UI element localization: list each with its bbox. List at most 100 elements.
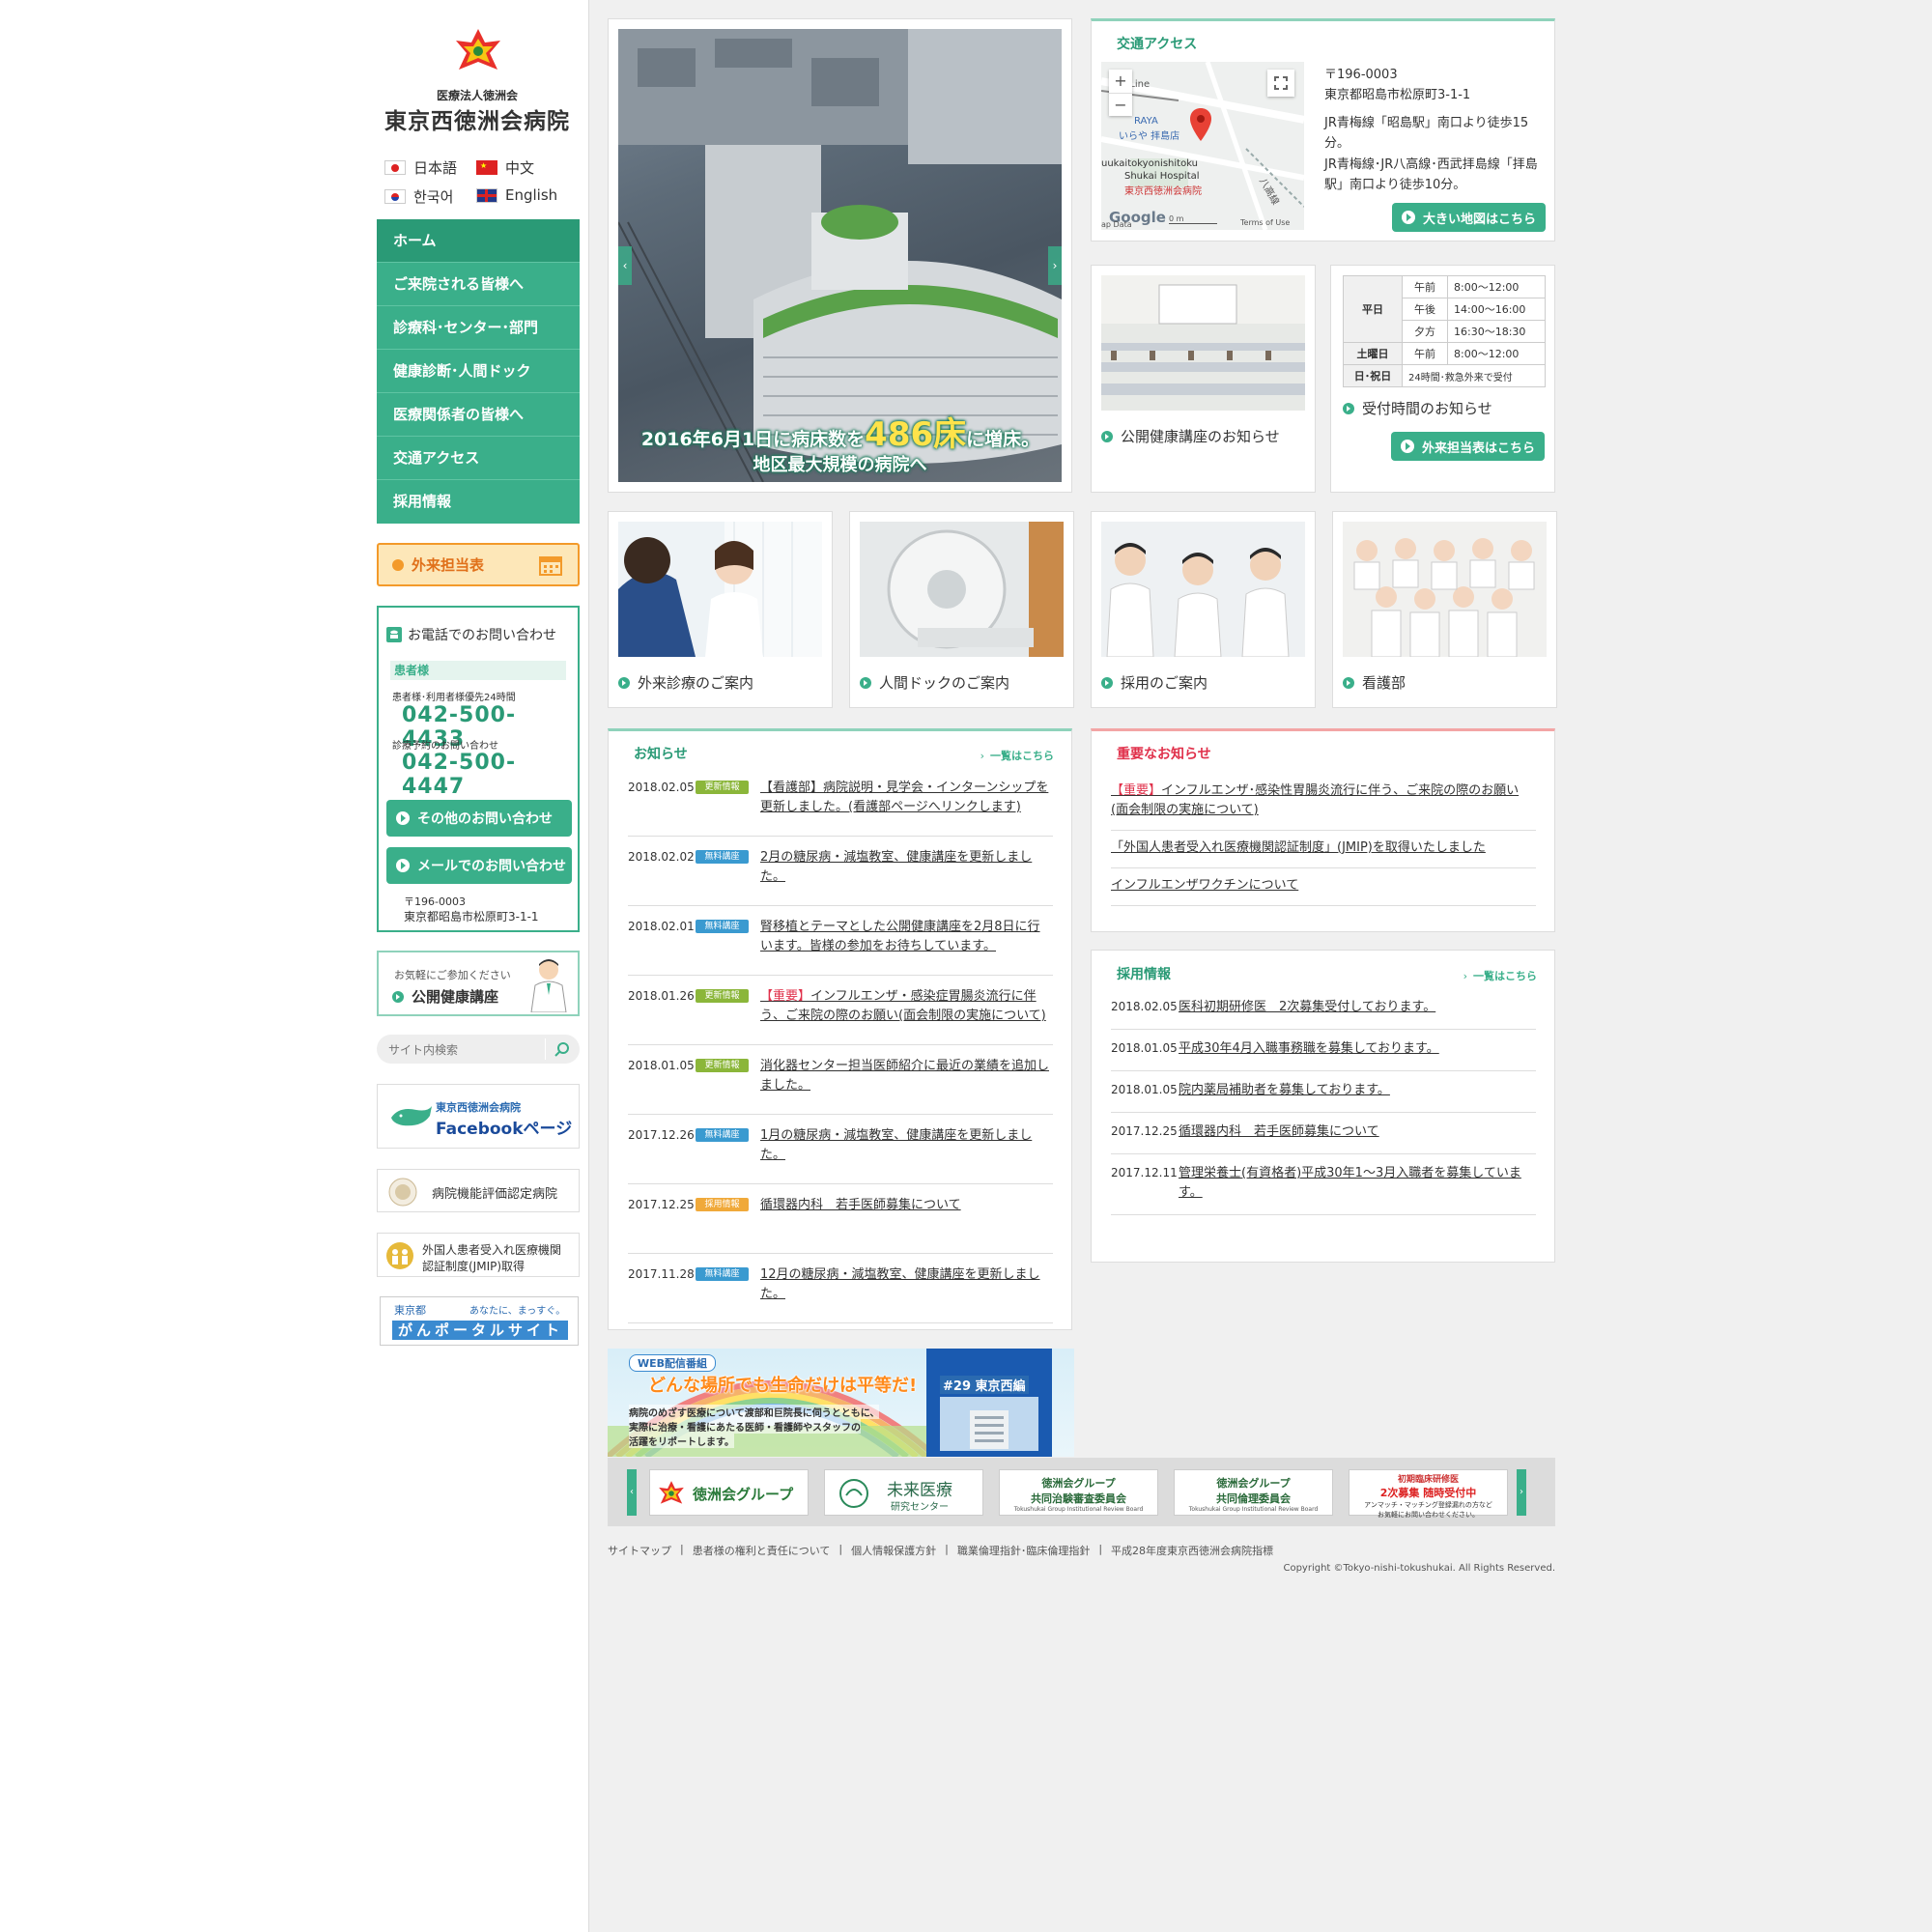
lecture-banner[interactable]: お気軽にご参加ください 公開健康講座 bbox=[377, 951, 580, 1016]
important-item[interactable]: 【重要】インフルエンザ･感染性胃腸炎流行に伴う、ご来院の際のお願い(面会制限の実… bbox=[1111, 774, 1536, 831]
news-text: 1月の糖尿病・減塩教室、健康講座を更新しました。 bbox=[760, 1128, 1033, 1162]
recruit-item[interactable]: 2017.12.11 管理栄養士(有資格者)平成30年1～3月入職者を募集していま… bbox=[1111, 1154, 1536, 1215]
footer-link[interactable]: 平成28年度東京西徳洲会病院指標 bbox=[1111, 1543, 1273, 1558]
lang-english[interactable]: English bbox=[476, 186, 557, 204]
nav-checkup[interactable]: 健康診断･人間ドック bbox=[377, 350, 580, 393]
recruit-link[interactable]: 平成30年4月入職事務職を募集しております。 bbox=[1179, 1039, 1536, 1059]
hero-slider[interactable]: 2016年6月1日に病床数を486床に増床。 地区最大規模の病院へ ‹ › bbox=[608, 18, 1072, 493]
footer-link[interactable]: 個人情報保護方針 bbox=[851, 1543, 936, 1558]
partner-tokushukai[interactable]: 徳洲会グループ bbox=[649, 1469, 809, 1516]
recruit-more-link[interactable]: › 一覧はこちら bbox=[1463, 968, 1537, 983]
footer-link[interactable]: サイトマップ bbox=[608, 1543, 671, 1558]
zoom-in-button[interactable]: + bbox=[1109, 70, 1132, 94]
news-item[interactable]: 2017.11.28 無料講座 12月の糖尿病・減塩教室、健康講座を更新しました。 bbox=[628, 1254, 1053, 1323]
phone-line2-number[interactable]: 042-500-4447 bbox=[402, 751, 578, 799]
hospital-aerial-photo: 2016年6月1日に病床数を486床に増床。 地区最大規模の病院へ ‹ › bbox=[618, 29, 1062, 482]
partner-future-medicine[interactable]: 未来医療 研究センター bbox=[824, 1469, 983, 1516]
logo-name[interactable]: 東京西徳洲会病院 bbox=[371, 102, 583, 135]
news-item[interactable]: 2018.01.05 更新情報 消化器センター担当医師紹介に最近の業績を追加しました… bbox=[628, 1045, 1053, 1115]
nav-departments[interactable]: 診療科･センター･部門 bbox=[377, 306, 580, 350]
other-inquiry-button[interactable]: その他のお問い合わせ bbox=[386, 800, 572, 837]
nav-access[interactable]: 交通アクセス bbox=[377, 437, 580, 480]
tile-outpatient[interactable]: 外来診療のご案内 bbox=[608, 511, 833, 708]
news-link[interactable]: 【重要】インフルエンザ・感染症胃腸炎流行に伴う、ご来院の際のお願い(面会制限の実… bbox=[760, 987, 1050, 1031]
nav-recruit[interactable]: 採用情報 bbox=[377, 480, 580, 524]
outpatient-photo bbox=[618, 522, 822, 657]
recruit-item[interactable]: 2018.01.05 院内薬局補助者を募集しております。 bbox=[1111, 1071, 1536, 1113]
news-badge: 更新情報 bbox=[696, 781, 749, 794]
jmip-banner[interactable]: 外国人患者受入れ医療機関 認証制度(JMIP)取得 bbox=[377, 1233, 580, 1277]
news-item[interactable]: 2017.12.26 無料講座 1月の糖尿病・減塩教室、健康講座を更新しました。 bbox=[628, 1115, 1053, 1184]
news-link[interactable]: 【看護部】病院説明・見学会・インターンシップを更新しました。(看護部ページへリン… bbox=[760, 779, 1050, 822]
recruit-item[interactable]: 2018.02.05 医科初期研修医 2次募集受付しております。 bbox=[1111, 988, 1536, 1030]
news-link[interactable]: 12月の糖尿病・減塩教室、健康講座を更新しました。 bbox=[760, 1265, 1050, 1309]
news-link[interactable]: 循環器内科 若手医師募集について bbox=[760, 1196, 1050, 1239]
partner-residency[interactable]: 初期臨床研修医 2次募集 随時受付中 アンマッチ・マッチング登録漏れの方など お… bbox=[1349, 1469, 1508, 1519]
carousel-next-button[interactable]: › bbox=[1517, 1469, 1526, 1516]
news-badge: 無料講座 bbox=[696, 1128, 749, 1142]
news-item[interactable]: 2018.02.01 無料講座 腎移植とテーマとした公開健康講座を2月8日に行います… bbox=[628, 906, 1053, 976]
tile-nursing[interactable]: 看護部 bbox=[1332, 511, 1557, 708]
phone-line1-label: 患者様･利用者様優先24時間 bbox=[392, 693, 516, 703]
important-item[interactable]: 「外国人患者受入れ医療機関認証制度」(JMIP)を取得いたしました bbox=[1111, 831, 1536, 868]
news-badge: 無料講座 bbox=[696, 920, 749, 933]
news-link[interactable]: 腎移植とテーマとした公開健康講座を2月8日に行います。皆様の参加をお待ちしていま… bbox=[760, 918, 1050, 961]
map-label: Shukai Hospital bbox=[1124, 171, 1200, 182]
lang-chinese[interactable]: ★ 中文 bbox=[476, 157, 534, 178]
news-link[interactable]: 消化器センター担当医師紹介に最近の業績を追加しました。 bbox=[760, 1057, 1050, 1100]
site-search bbox=[377, 1035, 580, 1064]
nav-visitors[interactable]: ご来院される皆様へ bbox=[377, 263, 580, 306]
recruit-link[interactable]: 院内薬局補助者を募集しております。 bbox=[1179, 1081, 1536, 1100]
recruit-link[interactable]: 管理栄養士(有資格者)平成30年1～3月入職者を募集しています。 bbox=[1179, 1164, 1536, 1203]
news-link[interactable]: 2月の糖尿病・減塩教室、健康講座を更新しました。 bbox=[760, 848, 1050, 892]
hospital-logo-icon[interactable] bbox=[454, 27, 502, 75]
access-map[interactable]: o Line RAYA いらや 拝島店 uukaitokyonishitoku … bbox=[1101, 62, 1304, 230]
large-map-button[interactable]: 大きい地図はこちら bbox=[1392, 203, 1546, 232]
carousel-prev-button[interactable]: ‹ bbox=[627, 1469, 637, 1516]
map-zoom-control: + − bbox=[1109, 70, 1132, 116]
facebook-banner[interactable]: 東京西徳洲会病院 Facebookページ bbox=[377, 1084, 580, 1149]
cancer-main: がんポータルサイト bbox=[398, 1321, 564, 1339]
hours-label[interactable]: 受付時間のお知らせ bbox=[1343, 398, 1492, 418]
cancer-portal-banner[interactable]: 東京都 あなたに、まっすぐ。 がんポータルサイト bbox=[380, 1296, 579, 1346]
partner-irb[interactable]: 徳洲会グループ 共同治験審査委員会 Tokushukai Group Insti… bbox=[999, 1469, 1158, 1516]
important-item[interactable]: インフルエンザワクチンについて bbox=[1111, 868, 1536, 906]
news-item[interactable]: 2018.02.05 更新情報 【看護部】病院説明・見学会・インターンシップを更新し… bbox=[628, 767, 1053, 837]
partner-ethics[interactable]: 徳洲会グループ 共同倫理委員会 Tokushukai Group Institu… bbox=[1174, 1469, 1333, 1516]
footer-link[interactable]: 患者様の権利と責任について bbox=[693, 1543, 831, 1558]
evaluation-banner[interactable]: 病院機能評価認定病院 bbox=[377, 1169, 580, 1212]
zoom-out-button[interactable]: − bbox=[1109, 94, 1132, 116]
news-item[interactable]: 2017.12.25 採用情報 循環器内科 若手医師募集について bbox=[628, 1184, 1053, 1254]
chevron-right-icon: › bbox=[980, 749, 984, 762]
news-link[interactable]: 1月の糖尿病・減塩教室、健康講座を更新しました。 bbox=[760, 1126, 1050, 1170]
tile-dock[interactable]: 人間ドックのご案内 bbox=[849, 511, 1074, 708]
mail-inquiry-button[interactable]: メールでのお問い合わせ bbox=[386, 847, 572, 884]
news-item[interactable]: 2018.02.02 無料講座 2月の糖尿病・減塩教室、健康講座を更新しました。 bbox=[628, 837, 1053, 906]
map-terms-link[interactable]: Terms of Use bbox=[1240, 218, 1290, 227]
slider-prev-button[interactable]: ‹ bbox=[618, 246, 632, 285]
lang-korean[interactable]: 한국어 bbox=[384, 186, 453, 207]
fullscreen-icon[interactable] bbox=[1267, 70, 1294, 97]
news-more-link[interactable]: › 一覧はこちら bbox=[980, 748, 1054, 763]
news-item[interactable]: 2018.01.26 更新情報 【重要】インフルエンザ・感染症胃腸炎流行に伴う、ご来… bbox=[628, 976, 1053, 1045]
recruit-link[interactable]: 循環器内科 若手医師募集について bbox=[1179, 1122, 1536, 1142]
lang-japanese[interactable]: 日本語 bbox=[384, 157, 457, 178]
search-icon[interactable] bbox=[554, 1041, 570, 1057]
web-program-banner[interactable]: WEB配信番組 どんな場所でも生命だけは平等だ! #29 東京西編 病院のめざす… bbox=[608, 1349, 1074, 1457]
footer-link[interactable]: 職業倫理指針･臨床倫理指針 bbox=[957, 1543, 1091, 1558]
slider-next-button[interactable]: › bbox=[1048, 246, 1062, 285]
recruit-item[interactable]: 2018.01.05 平成30年4月入職事務職を募集しております。 bbox=[1111, 1030, 1536, 1071]
schedule-button[interactable]: 外来担当表 bbox=[377, 543, 580, 586]
nav-medical-staff[interactable]: 医療関係者の皆様へ bbox=[377, 393, 580, 437]
korea-flag-icon bbox=[384, 189, 406, 204]
recruit-link[interactable]: 医科初期研修医 2次募集受付しております。 bbox=[1179, 998, 1536, 1017]
recruit-item[interactable]: 2017.12.25 循環器内科 若手医師募集について bbox=[1111, 1113, 1536, 1154]
lecture-card[interactable]: 公開健康講座のお知らせ bbox=[1091, 265, 1316, 493]
tile-recruit[interactable]: 採用のご案内 bbox=[1091, 511, 1316, 708]
schedule-link-button[interactable]: 外来担当表はこちら bbox=[1391, 432, 1545, 461]
search-input[interactable] bbox=[386, 1039, 535, 1061]
hours-card: 平日 午前 8:00〜12:00 午後 14:00〜16:00 夕方 16:30〜18:… bbox=[1330, 265, 1555, 493]
nav-home[interactable]: ホーム bbox=[377, 219, 580, 263]
chevron-right-icon: › bbox=[1463, 969, 1467, 982]
partner-note: アンマッチ・マッチング登録漏れの方など bbox=[1364, 1501, 1492, 1509]
